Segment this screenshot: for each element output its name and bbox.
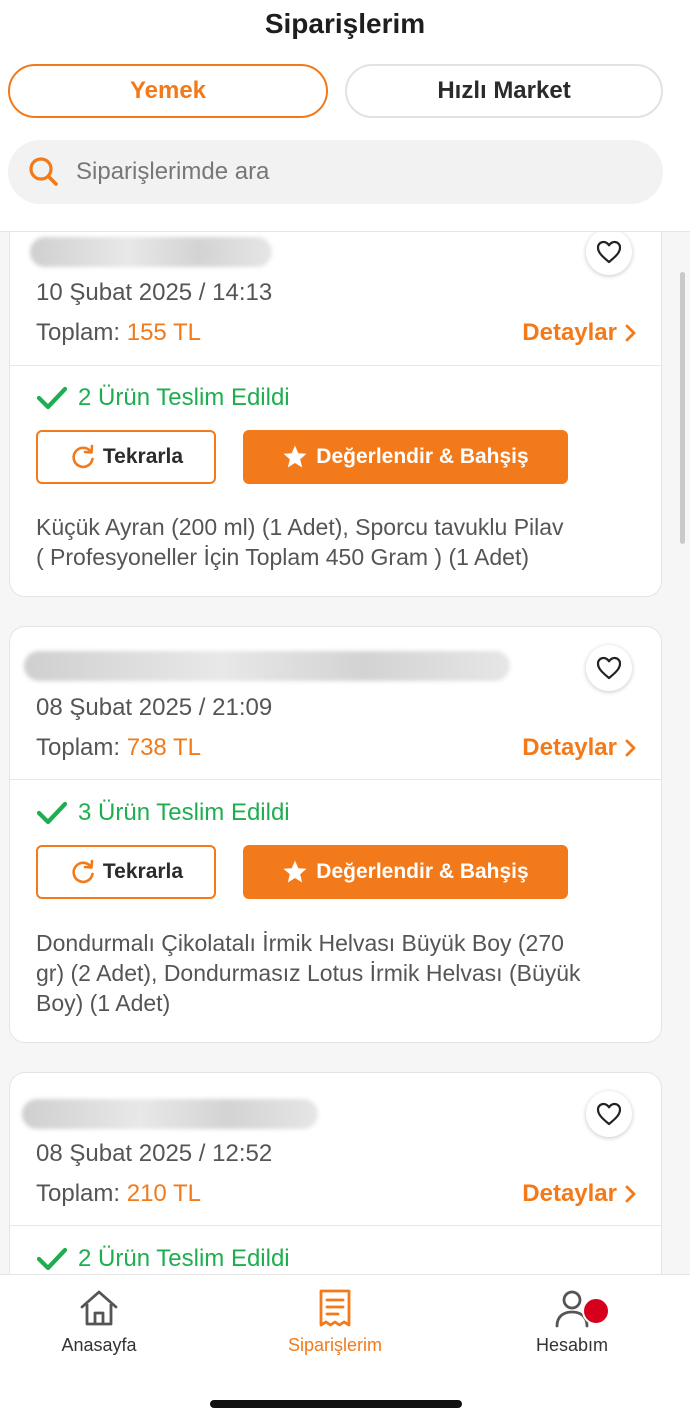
delivery-status: 2 Ürün Teslim Edildi xyxy=(36,1245,290,1273)
star-icon xyxy=(283,445,307,468)
details-label: Detaylar xyxy=(522,734,617,761)
items-line: ( Profesyoneller İçin Toplam 450 Gram ) … xyxy=(36,544,530,570)
repeat-label: Tekrarla xyxy=(102,445,184,468)
items-line: Dondurmalı Çikolatalı İrmik Helvası Büyü… xyxy=(36,930,564,956)
status-text: 2 Ürün Teslim Edildi xyxy=(78,384,290,411)
heart-icon xyxy=(596,1102,622,1126)
checkmark-icon xyxy=(36,801,68,825)
total-amount: 155 TL xyxy=(126,319,202,346)
rate-tip-button[interactable]: Değerlendir & Bahşiş xyxy=(243,845,568,899)
star-icon xyxy=(283,860,307,883)
repeat-icon xyxy=(72,859,94,884)
repeat-order-button[interactable]: Tekrarla xyxy=(36,845,216,899)
rate-label: Değerlendir & Bahşiş xyxy=(316,860,529,883)
repeat-label: Tekrarla xyxy=(102,860,184,883)
nav-item-account[interactable]: Hesabım xyxy=(492,1287,652,1356)
nav-label: Siparişlerim xyxy=(287,1335,383,1355)
divider xyxy=(10,779,661,780)
repeat-order-button[interactable]: Tekrarla xyxy=(36,430,216,484)
items-line: Boy) (1 Adet) xyxy=(36,990,171,1016)
order-card: 08 Şubat 2025 / 21:09 Toplam: 738 TL Det… xyxy=(9,626,662,1043)
details-link[interactable]: Detaylar xyxy=(522,734,637,762)
checkmark-icon xyxy=(36,1247,68,1271)
search-icon xyxy=(29,157,58,186)
nav-label: Hesabım xyxy=(535,1335,609,1355)
total-label: Toplam: xyxy=(36,1180,121,1207)
order-card: 10 Şubat 2025 / 14:13 Toplam: 155 TL Det… xyxy=(9,212,662,597)
details-label: Detaylar xyxy=(522,319,617,346)
total-label: Toplam: xyxy=(36,319,121,346)
rate-tip-button[interactable]: Değerlendir & Bahşiş xyxy=(243,430,568,484)
favorite-button[interactable] xyxy=(586,645,632,691)
delivery-status: 3 Ürün Teslim Edildi xyxy=(36,799,290,827)
restaurant-name-redacted xyxy=(24,651,510,681)
total-amount: 738 TL xyxy=(126,734,202,761)
order-total: Toplam: 210 TL xyxy=(36,1180,201,1208)
details-link[interactable]: Detaylar xyxy=(522,1180,637,1208)
nav-item-orders[interactable]: Siparişlerim xyxy=(255,1287,415,1356)
restaurant-name-redacted xyxy=(30,237,272,267)
orders-icon xyxy=(319,1289,351,1327)
search-placeholder: Siparişlerimde ara xyxy=(76,158,270,185)
page-title: Siparişlerim xyxy=(264,8,426,39)
status-text: 3 Ürün Teslim Edildi xyxy=(78,799,290,826)
scrollbar[interactable] xyxy=(680,272,685,544)
total-label: Toplam: xyxy=(36,734,121,761)
nav-label: Anasayfa xyxy=(61,1335,137,1355)
order-date: 08 Şubat 2025 / 21:09 xyxy=(36,694,273,721)
chevron-right-icon xyxy=(625,1185,636,1203)
order-items: Dondurmalı Çikolatalı İrmik Helvası Büyü… xyxy=(36,928,636,1018)
home-indicator[interactable] xyxy=(210,1400,462,1408)
order-items: Küçük Ayran (200 ml) (1 Adet), Sporcu ta… xyxy=(36,512,636,572)
total-amount: 210 TL xyxy=(126,1180,202,1207)
favorite-button[interactable] xyxy=(586,1091,632,1137)
items-line: gr) (2 Adet), Dondurmasız Lotus İrmik He… xyxy=(36,960,581,986)
status-text: 2 Ürün Teslim Edildi xyxy=(78,1245,290,1272)
order-total: Toplam: 155 TL xyxy=(36,319,201,347)
nav-item-home[interactable]: Anasayfa xyxy=(19,1287,179,1356)
rate-label: Değerlendir & Bahşiş xyxy=(316,445,529,468)
home-icon xyxy=(80,1290,118,1326)
chevron-right-icon xyxy=(625,739,636,757)
header: Siparişlerim Yemek Hızlı Market Siparişl… xyxy=(0,0,690,232)
details-link[interactable]: Detaylar xyxy=(522,319,637,347)
checkmark-icon xyxy=(36,386,68,410)
favorite-button[interactable] xyxy=(586,229,632,275)
heart-icon xyxy=(596,240,622,264)
order-date: 10 Şubat 2025 / 14:13 xyxy=(36,279,273,306)
notification-badge xyxy=(582,1297,610,1325)
order-total: Toplam: 738 TL xyxy=(36,734,201,762)
chevron-right-icon xyxy=(625,324,636,342)
heart-icon xyxy=(596,656,622,680)
order-date: 08 Şubat 2025 / 12:52 xyxy=(36,1140,273,1167)
items-line: Küçük Ayran (200 ml) (1 Adet), Sporcu ta… xyxy=(36,514,564,540)
tab-yemek[interactable]: Yemek xyxy=(8,64,328,118)
divider xyxy=(10,1225,661,1226)
details-label: Detaylar xyxy=(522,1180,617,1207)
delivery-status: 2 Ürün Teslim Edildi xyxy=(36,384,290,412)
restaurant-name-redacted xyxy=(22,1099,318,1129)
tab-hizli-market[interactable]: Hızlı Market xyxy=(345,64,663,118)
repeat-icon xyxy=(72,444,94,469)
search-input[interactable]: Siparişlerimde ara xyxy=(8,140,663,204)
divider xyxy=(10,365,661,366)
